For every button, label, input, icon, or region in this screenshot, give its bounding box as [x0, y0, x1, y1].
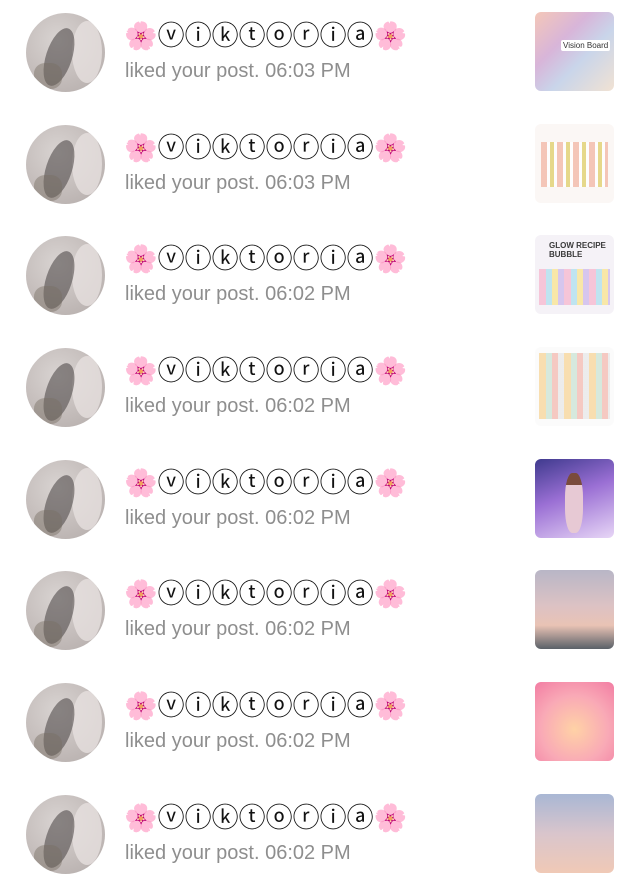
- notification-text: liked your post. 06:02 PM: [125, 839, 351, 867]
- thumbnail-caption: GLOW RECIPE BUBBLE: [549, 241, 606, 260]
- avatar[interactable]: [26, 571, 105, 651]
- avatar[interactable]: [26, 124, 105, 204]
- avatar[interactable]: [26, 683, 105, 763]
- action-text: liked your post.: [125, 618, 260, 641]
- notification-text: liked your post. 06:02 PM: [125, 615, 351, 643]
- notification-row[interactable]: 🌸ⓥⓘⓚⓣⓞⓡⓘⓐ🌸 liked your post. 06:03 PM: [0, 112, 640, 224]
- action-text: liked your post.: [125, 171, 260, 194]
- notification-text: liked your post. 06:03 PM: [125, 57, 351, 85]
- username[interactable]: 🌸ⓥⓘⓚⓣⓞⓡⓘⓐ🌸: [124, 578, 407, 612]
- username[interactable]: 🌸ⓥⓘⓚⓣⓞⓡⓘⓐ🌸: [124, 467, 407, 501]
- timestamp: 06:02 PM: [265, 506, 351, 529]
- avatar[interactable]: [26, 348, 105, 428]
- timestamp: 06:02 PM: [265, 618, 351, 641]
- post-thumbnail[interactable]: [535, 570, 614, 650]
- username[interactable]: 🌸ⓥⓘⓚⓣⓞⓡⓘⓐ🌸: [124, 132, 407, 166]
- avatar[interactable]: [26, 13, 105, 92]
- username[interactable]: 🌸ⓥⓘⓚⓣⓞⓡⓘⓐ🌸: [124, 690, 407, 724]
- action-text: liked your post.: [125, 841, 260, 864]
- notification-text: liked your post. 06:02 PM: [125, 280, 351, 308]
- notification-row[interactable]: 🌸ⓥⓘⓚⓣⓞⓡⓘⓐ🌸 liked your post. 06:03 PM Vis…: [0, 0, 640, 112]
- timestamp: 06:02 PM: [265, 730, 351, 753]
- action-text: liked your post.: [125, 283, 260, 306]
- thumbnail-caption: Vision Board: [561, 40, 611, 51]
- notification-text: liked your post. 06:03 PM: [125, 169, 351, 197]
- username[interactable]: 🌸ⓥⓘⓚⓣⓞⓡⓘⓐ🌸: [124, 243, 407, 277]
- notification-text: liked your post. 06:02 PM: [125, 727, 351, 755]
- post-thumbnail[interactable]: Vision Board: [535, 12, 614, 91]
- post-thumbnail[interactable]: [535, 458, 614, 538]
- avatar[interactable]: [26, 794, 105, 874]
- timestamp: 06:02 PM: [265, 283, 351, 306]
- post-thumbnail[interactable]: [535, 123, 614, 203]
- notification-row[interactable]: 🌸ⓥⓘⓚⓣⓞⓡⓘⓐ🌸 liked your post. 06:02 PM: [0, 670, 640, 782]
- action-text: liked your post.: [125, 395, 260, 418]
- notification-text: liked your post. 06:02 PM: [125, 504, 351, 532]
- action-text: liked your post.: [125, 60, 260, 82]
- notification-row[interactable]: 🌸ⓥⓘⓚⓣⓞⓡⓘⓐ🌸 liked your post. 06:02 PM: [0, 782, 640, 894]
- notification-row[interactable]: 🌸ⓥⓘⓚⓣⓞⓡⓘⓐ🌸 liked your post. 06:02 PM: [0, 558, 640, 670]
- post-thumbnail[interactable]: [535, 347, 614, 427]
- timestamp: 06:03 PM: [265, 60, 351, 82]
- notification-row[interactable]: 🌸ⓥⓘⓚⓣⓞⓡⓘⓐ🌸 liked your post. 06:02 PM: [0, 447, 640, 559]
- username[interactable]: 🌸ⓥⓘⓚⓣⓞⓡⓘⓐ🌸: [124, 355, 407, 389]
- action-text: liked your post.: [125, 506, 260, 529]
- avatar[interactable]: [26, 459, 105, 539]
- notification-row[interactable]: 🌸ⓥⓘⓚⓣⓞⓡⓘⓐ🌸 liked your post. 06:02 PM: [0, 335, 640, 447]
- post-thumbnail[interactable]: GLOW RECIPE BUBBLE: [535, 235, 614, 315]
- action-text: liked your post.: [125, 730, 260, 753]
- notification-text: liked your post. 06:02 PM: [125, 392, 351, 420]
- timestamp: 06:03 PM: [265, 171, 351, 194]
- notification-list: 🌸ⓥⓘⓚⓣⓞⓡⓘⓐ🌸 liked your post. 06:03 PM Vis…: [0, 0, 640, 894]
- timestamp: 06:02 PM: [265, 841, 351, 864]
- post-thumbnail[interactable]: [535, 793, 614, 873]
- post-thumbnail[interactable]: [535, 682, 614, 762]
- username[interactable]: 🌸ⓥⓘⓚⓣⓞⓡⓘⓐ🌸: [124, 802, 407, 836]
- notification-row[interactable]: 🌸ⓥⓘⓚⓣⓞⓡⓘⓐ🌸 liked your post. 06:02 PM GLO…: [0, 223, 640, 335]
- avatar[interactable]: [26, 236, 105, 316]
- username[interactable]: 🌸ⓥⓘⓚⓣⓞⓡⓘⓐ🌸: [124, 20, 407, 54]
- timestamp: 06:02 PM: [265, 395, 351, 418]
